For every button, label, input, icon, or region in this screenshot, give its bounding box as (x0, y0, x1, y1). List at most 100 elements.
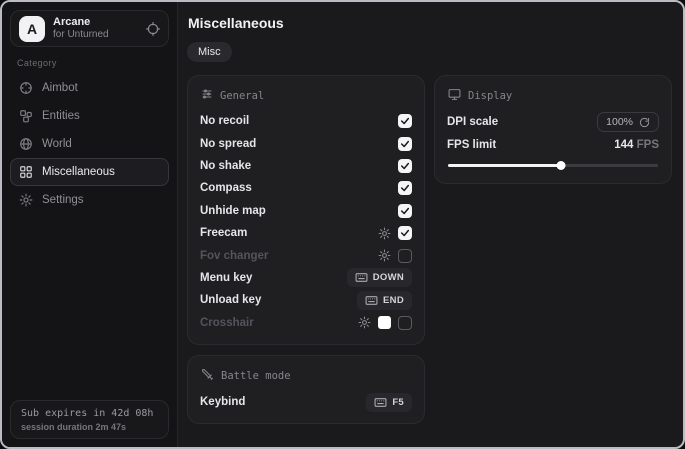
menu-key-keybind[interactable]: DOWN (347, 268, 412, 287)
unload-key-keybind[interactable]: END (357, 291, 412, 310)
app-title: Arcane (53, 16, 138, 29)
row-label: Keybind (200, 396, 245, 408)
sidebar-item-world[interactable]: World (10, 130, 169, 158)
fov-changer-checkbox[interactable] (398, 249, 412, 263)
check-icon (400, 183, 410, 193)
fps-limit-value: 144 FPS (614, 139, 659, 151)
main-content: Miscellaneous Misc General (178, 2, 685, 447)
general-panel-header: General (201, 88, 412, 103)
display-panel-title: Display (468, 90, 512, 102)
fov-changer-settings-gear-icon[interactable] (378, 249, 391, 262)
row-label: DPI scale (447, 116, 498, 128)
row-menu-key: Menu key DOWN (200, 267, 412, 289)
target-icon (19, 81, 33, 95)
unhide-map-checkbox[interactable] (398, 204, 412, 218)
sidebar-item-label: Entities (42, 110, 80, 122)
row-label: Crosshair (200, 317, 254, 329)
row-label: Unload key (200, 294, 261, 306)
app-avatar: A (19, 16, 45, 42)
row-unload-key: Unload key END (200, 289, 412, 311)
row-label: No spread (200, 138, 256, 150)
dpi-scale-select[interactable]: 100% (597, 112, 659, 132)
sub-expires-text: Sub expires in 42d 08h (21, 408, 158, 419)
row-label: FPS limit (447, 139, 496, 151)
sidebar: A Arcane for Unturned Category Aimbot (2, 2, 178, 447)
sliders-icon (201, 88, 213, 103)
crosshair-checkbox[interactable] (398, 316, 412, 330)
battle-mode-panel-title: Battle mode (221, 370, 291, 382)
sidebar-item-entities[interactable]: Entities (10, 102, 169, 130)
row-label: No recoil (200, 115, 249, 127)
tab-bar: Misc (187, 42, 672, 62)
swords-icon (201, 368, 214, 384)
gear-icon (19, 193, 33, 207)
fps-unit: FPS (637, 139, 659, 151)
right-column: Display DPI scale 100% (434, 75, 672, 184)
row-dpi-scale: DPI scale 100% (447, 111, 659, 133)
row-compass: Compass (200, 177, 412, 199)
fps-limit-slider[interactable] (448, 161, 658, 170)
sidebar-item-aimbot[interactable]: Aimbot (10, 74, 169, 102)
check-icon (400, 228, 410, 238)
check-icon (400, 116, 410, 126)
no-shake-checkbox[interactable] (398, 159, 412, 173)
category-label: Category (17, 58, 177, 68)
left-column: General No recoil No spread (187, 75, 425, 424)
monitor-icon (448, 88, 461, 104)
session-duration-text: session duration 2m 47s (21, 422, 158, 432)
app-subtitle: for Unturned (53, 29, 138, 41)
row-label: Fov changer (200, 250, 268, 262)
keyboard-icon (374, 396, 387, 409)
compass-checkbox[interactable] (398, 181, 412, 195)
row-label: Freecam (200, 227, 247, 239)
freecam-settings-gear-icon[interactable] (378, 227, 391, 240)
battle-keybind[interactable]: F5 (366, 393, 412, 412)
battle-mode-panel: Battle mode Keybind F5 (187, 355, 425, 424)
row-label: Unhide map (200, 205, 266, 217)
fps-slider-fill (448, 164, 561, 167)
general-panel-title: General (220, 90, 264, 102)
check-icon (400, 161, 410, 171)
row-label: Compass (200, 182, 252, 194)
keybind-value: F5 (392, 397, 404, 408)
subscription-info-box: Sub expires in 42d 08h session duration … (10, 400, 169, 439)
display-panel-header: Display (448, 88, 659, 104)
fps-number: 144 (614, 139, 633, 151)
app-titles: Arcane for Unturned (53, 16, 138, 40)
general-panel: General No recoil No spread (187, 75, 425, 345)
cycle-icon (639, 117, 650, 128)
keyboard-icon (355, 271, 368, 284)
crosshair-color-swatch[interactable] (378, 316, 391, 329)
globe-icon (19, 137, 33, 151)
sidebar-item-label: World (42, 138, 72, 150)
row-unhide-map: Unhide map (200, 200, 412, 222)
sidebar-item-label: Settings (42, 194, 84, 206)
sidebar-nav: Aimbot Entities World (10, 74, 169, 214)
sidebar-item-miscellaneous[interactable]: Miscellaneous (10, 158, 169, 186)
display-panel: Display DPI scale 100% (434, 75, 672, 184)
row-fps-limit: FPS limit 144 FPS (447, 133, 659, 155)
crosshair-icon[interactable] (146, 22, 160, 36)
no-recoil-checkbox[interactable] (398, 114, 412, 128)
row-fov-changer: Fov changer (200, 244, 412, 266)
dpi-scale-value: 100% (606, 116, 633, 128)
fps-slider-thumb[interactable] (557, 161, 566, 170)
no-spread-checkbox[interactable] (398, 137, 412, 151)
row-freecam: Freecam (200, 222, 412, 244)
tab-misc[interactable]: Misc (187, 42, 232, 62)
app-header-card: A Arcane for Unturned (10, 10, 169, 47)
sidebar-item-settings[interactable]: Settings (10, 186, 169, 214)
row-battle-keybind: Keybind F5 (200, 391, 412, 413)
keybind-value: END (383, 295, 404, 306)
battle-mode-panel-header: Battle mode (201, 368, 412, 384)
crosshair-settings-gear-icon[interactable] (358, 316, 371, 329)
app-window: A Arcane for Unturned Category Aimbot (0, 0, 685, 449)
page-title: Miscellaneous (188, 15, 672, 31)
freecam-checkbox[interactable] (398, 226, 412, 240)
row-label: Menu key (200, 272, 252, 284)
keyboard-icon (365, 294, 378, 307)
grid-icon (19, 165, 33, 179)
row-no-shake: No shake (200, 155, 412, 177)
row-label: No shake (200, 160, 251, 172)
row-no-recoil: No recoil (200, 110, 412, 132)
